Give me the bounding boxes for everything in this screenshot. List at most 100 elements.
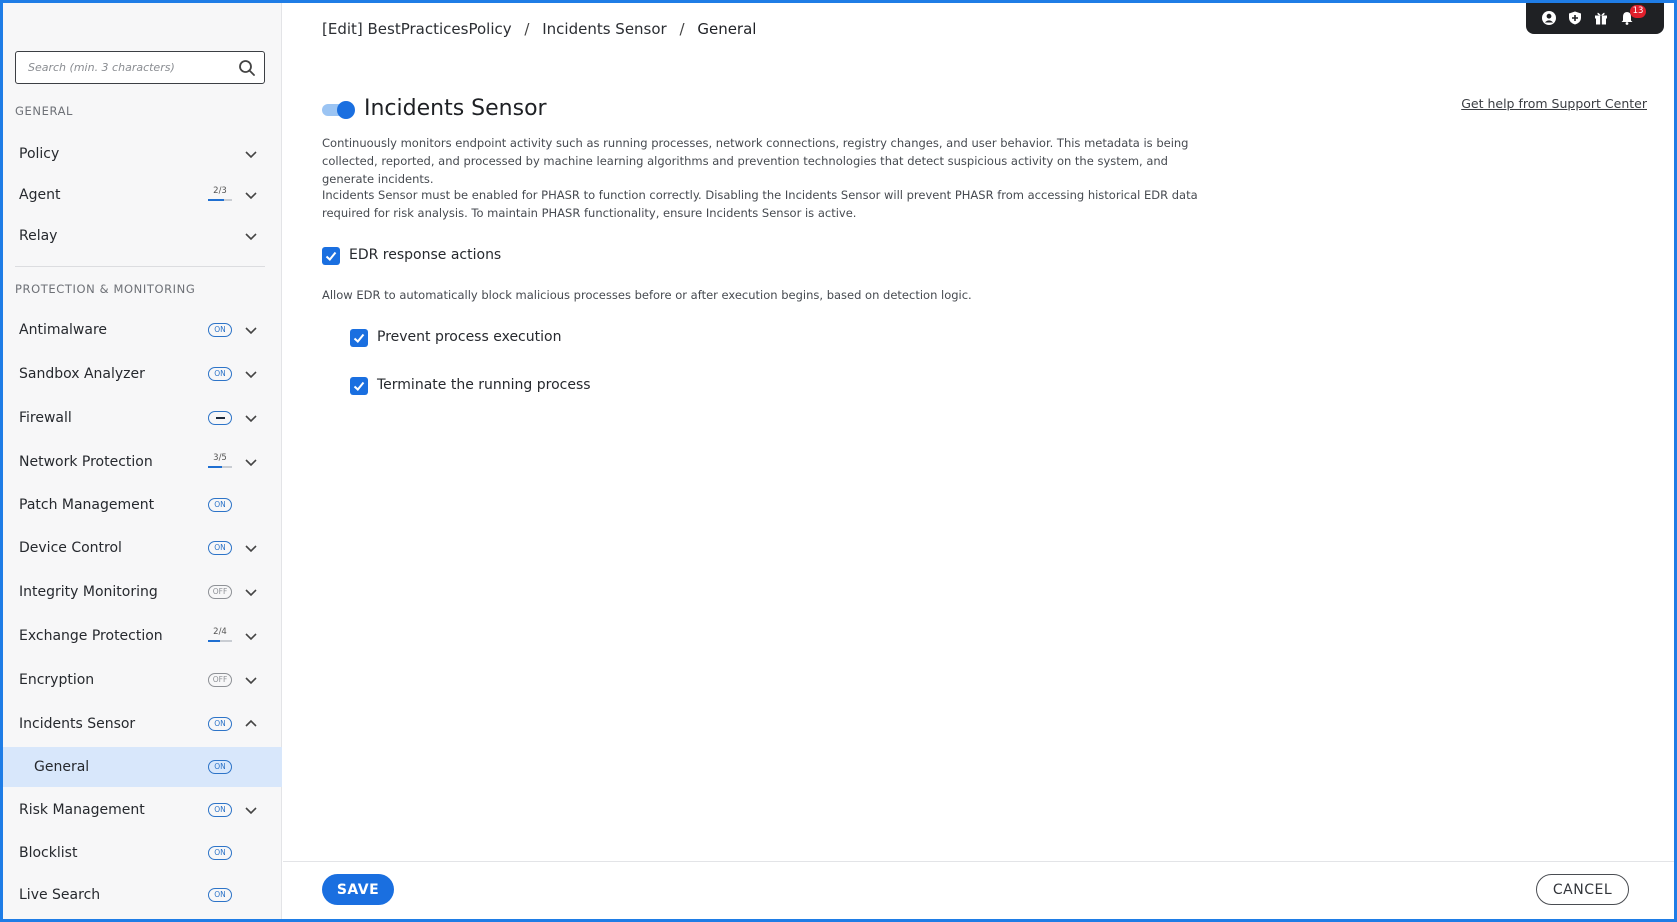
sidebar-item-integrity-monitoring[interactable]: Integrity Monitoring OFF xyxy=(3,572,282,612)
breadcrumb-incidents-sensor[interactable]: Incidents Sensor xyxy=(542,20,666,38)
description-edr: Allow EDR to automatically block malicio… xyxy=(322,288,972,302)
sidebar-item-policy[interactable]: Policy xyxy=(3,134,282,174)
sidebar: GENERAL Policy Agent 2/3 Relay PROTECTIO… xyxy=(3,3,282,919)
chevron-down-icon[interactable] xyxy=(245,456,257,468)
shield-icon[interactable] xyxy=(1568,11,1582,25)
sidebar-item-antimalware[interactable]: Antimalware ON xyxy=(3,310,282,350)
progress-text: 2/4 xyxy=(213,627,227,637)
sidebar-item-patch-management[interactable]: Patch Management ON xyxy=(3,485,282,525)
breadcrumb-separator: / xyxy=(524,20,530,38)
user-icon[interactable] xyxy=(1542,11,1556,25)
sidebar-item-incidents-sensor[interactable]: Incidents Sensor ON xyxy=(3,704,282,744)
sidebar-item-label: Relay xyxy=(19,228,58,244)
checkmark-icon xyxy=(353,333,365,343)
chevron-down-icon[interactable] xyxy=(245,674,257,686)
sidebar-divider xyxy=(15,266,265,267)
progress-fill xyxy=(208,199,224,201)
status-badge: ON xyxy=(208,888,232,902)
sidebar-item-label: Sandbox Analyzer xyxy=(19,366,145,382)
sidebar-item-label: Antimalware xyxy=(19,322,108,338)
partial-status-badge xyxy=(208,411,232,425)
chevron-down-icon[interactable] xyxy=(245,630,257,642)
support-center-link[interactable]: Get help from Support Center xyxy=(1461,96,1647,111)
chevron-down-icon[interactable] xyxy=(245,586,257,598)
status-badge: ON xyxy=(208,717,232,731)
sidebar-item-label: Encryption xyxy=(19,672,95,688)
search-icon[interactable] xyxy=(238,59,256,77)
progress-fill xyxy=(208,466,222,468)
section-title-protection: PROTECTION & MONITORING xyxy=(15,282,196,296)
sidebar-item-risk-management[interactable]: Risk Management ON xyxy=(3,790,282,830)
progress-indicator: 3/5 xyxy=(208,453,232,469)
progress-indicator: 2/4 xyxy=(208,627,232,643)
breadcrumb: [Edit] BestPracticesPolicy / Incidents S… xyxy=(322,20,756,38)
section-title-general: GENERAL xyxy=(15,104,74,118)
sidebar-item-label: General xyxy=(34,759,90,775)
sidebar-item-label: Device Control xyxy=(19,540,122,556)
sidebar-item-label: Network Protection xyxy=(19,454,153,470)
edr-response-actions-checkbox[interactable] xyxy=(322,247,340,265)
status-badge: ON xyxy=(208,803,232,817)
edr-response-actions-label: EDR response actions xyxy=(349,247,502,263)
cancel-button[interactable]: CANCEL xyxy=(1536,874,1629,905)
checkmark-icon xyxy=(353,381,365,391)
description-monitoring: Continuously monitors endpoint activity … xyxy=(322,136,1189,186)
sidebar-item-label: Live Search xyxy=(19,887,101,903)
terminate-running-process-label: Terminate the running process xyxy=(377,377,591,393)
terminate-running-process-checkbox[interactable] xyxy=(350,377,368,395)
progress-text: 3/5 xyxy=(213,453,227,463)
chevron-down-icon[interactable] xyxy=(245,148,257,160)
sidebar-item-blocklist[interactable]: Blocklist ON xyxy=(3,833,282,873)
breadcrumb-policy[interactable]: [Edit] BestPracticesPolicy xyxy=(322,20,512,38)
sidebar-item-sandbox-analyzer[interactable]: Sandbox Analyzer ON xyxy=(3,354,282,394)
toggle-knob xyxy=(337,101,355,119)
chevron-down-icon[interactable] xyxy=(245,230,257,242)
chevron-down-icon[interactable] xyxy=(245,189,257,201)
gift-icon[interactable] xyxy=(1594,11,1608,25)
prevent-process-execution-checkbox[interactable] xyxy=(350,329,368,347)
chevron-down-icon[interactable] xyxy=(245,804,257,816)
status-badge: ON xyxy=(208,498,232,512)
page-title: Incidents Sensor xyxy=(364,96,547,121)
prevent-process-execution-label: Prevent process execution xyxy=(377,329,562,345)
progress-indicator: 2/3 xyxy=(208,186,232,202)
sidebar-item-agent[interactable]: Agent 2/3 xyxy=(3,175,282,215)
sidebar-item-network-protection[interactable]: Network Protection 3/5 xyxy=(3,442,282,482)
sidebar-item-relay[interactable]: Relay xyxy=(3,216,282,256)
footer-bar: SAVE CANCEL xyxy=(283,861,1674,919)
sidebar-item-label: Incidents Sensor xyxy=(19,716,136,732)
sidebar-item-firewall[interactable]: Firewall xyxy=(3,398,282,438)
sidebar-item-label: Policy xyxy=(19,146,60,162)
sidebar-item-label: Integrity Monitoring xyxy=(19,584,158,600)
incidents-sensor-toggle[interactable] xyxy=(322,101,355,119)
status-badge: OFF xyxy=(208,673,232,687)
chevron-down-icon[interactable] xyxy=(245,412,257,424)
save-button[interactable]: SAVE xyxy=(322,874,394,905)
sidebar-item-live-search[interactable]: Live Search ON xyxy=(3,875,282,915)
sidebar-item-label: Exchange Protection xyxy=(19,628,163,644)
sidebar-item-label: Patch Management xyxy=(19,497,155,513)
sidebar-item-device-control[interactable]: Device Control ON xyxy=(3,528,282,568)
main-content: [Edit] BestPracticesPolicy / Incidents S… xyxy=(283,3,1674,919)
chevron-down-icon[interactable] xyxy=(245,324,257,336)
sidebar-item-label: Firewall xyxy=(19,410,72,426)
sidebar-item-general[interactable]: General ON xyxy=(3,747,282,787)
search-input[interactable] xyxy=(16,52,226,83)
status-badge: ON xyxy=(208,541,232,555)
top-toolbar: 13 xyxy=(1526,3,1664,34)
sidebar-item-label: Risk Management xyxy=(19,802,145,818)
app-window: GENERAL Policy Agent 2/3 Relay PROTECTIO… xyxy=(0,0,1677,922)
notification-count-badge: 13 xyxy=(1630,5,1646,18)
sidebar-item-exchange-protection[interactable]: Exchange Protection 2/4 xyxy=(3,616,282,656)
status-badge: ON xyxy=(208,367,232,381)
chevron-down-icon[interactable] xyxy=(245,542,257,554)
chevron-down-icon[interactable] xyxy=(245,368,257,380)
sidebar-item-encryption[interactable]: Encryption OFF xyxy=(3,660,282,700)
status-badge: OFF xyxy=(208,585,232,599)
sidebar-item-label: Blocklist xyxy=(19,845,78,861)
progress-fill xyxy=(208,640,220,642)
checkmark-icon xyxy=(325,251,337,261)
status-badge: ON xyxy=(208,846,232,860)
chevron-up-icon[interactable] xyxy=(245,718,257,730)
progress-text: 2/3 xyxy=(213,186,227,196)
